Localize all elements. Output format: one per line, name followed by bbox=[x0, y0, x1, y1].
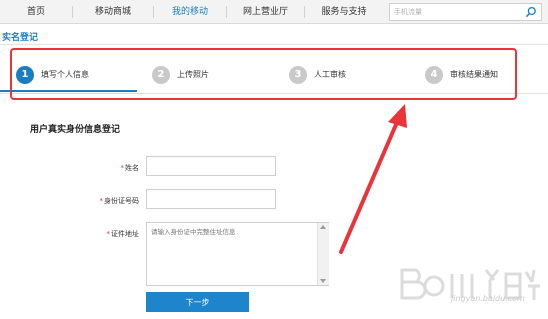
watermark-url: jingyan.baidu.com bbox=[451, 294, 525, 303]
baidu-watermark-logo bbox=[400, 268, 540, 300]
